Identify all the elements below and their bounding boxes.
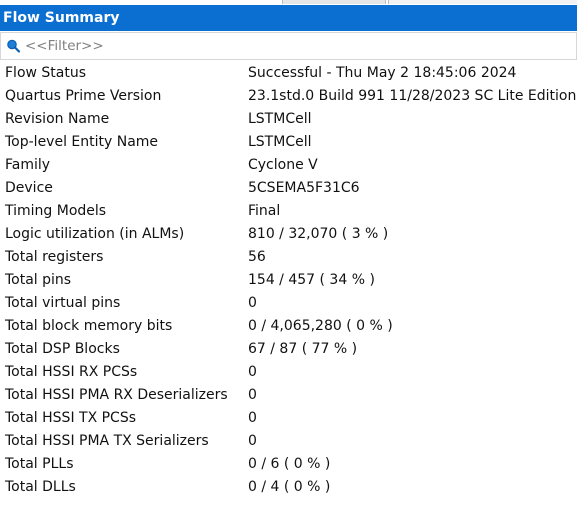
table-row[interactable]: Flow Status Successful - Thu May 2 18:45:… — [0, 62, 577, 85]
table-row[interactable]: Total DSP Blocks 67 / 87 ( 77 % ) — [0, 338, 577, 361]
row-label: Top-level Entity Name — [5, 134, 159, 150]
row-value: 0 / 4,065,280 ( 0 % ) — [248, 318, 393, 334]
row-value: 154 / 457 ( 34 % ) — [248, 272, 375, 288]
row-label: Timing Models — [5, 203, 107, 219]
row-label: Total PLLs — [5, 456, 74, 472]
row-label: Total HSSI PMA TX Serializers — [5, 433, 209, 449]
table-row[interactable]: Top-level Entity Name LSTMCell — [0, 131, 577, 154]
tab[interactable] — [282, 0, 386, 4]
tab[interactable] — [388, 0, 577, 4]
table-row[interactable]: Total HSSI TX PCSs 0 — [0, 407, 577, 430]
row-value: Successful - Thu May 2 18:45:06 2024 — [248, 65, 517, 81]
filter-bar — [0, 32, 577, 60]
row-label: Flow Status — [5, 65, 87, 81]
panel-title: Flow Summary — [0, 5, 577, 31]
table-row[interactable]: Total registers 56 — [0, 246, 577, 269]
row-label: Total DLLs — [5, 479, 76, 495]
table-row[interactable]: Revision Name LSTMCell — [0, 108, 577, 131]
table-row[interactable]: Total pins 154 / 457 ( 34 % ) — [0, 269, 577, 292]
table-row[interactable]: Timing Models Final — [0, 200, 577, 223]
row-value: 67 / 87 ( 77 % ) — [248, 341, 358, 357]
row-label: Total block memory bits — [5, 318, 173, 334]
summary-table: Flow Status Successful - Thu May 2 18:45:… — [0, 61, 577, 506]
row-label: Total virtual pins — [5, 295, 121, 311]
flow-summary-panel: Flow Summary Flow Status Successful - Thu… — [0, 0, 577, 506]
row-value: 0 — [248, 433, 257, 449]
row-value: 810 / 32,070 ( 3 % ) — [248, 226, 389, 242]
row-label: Revision Name — [5, 111, 110, 127]
table-row[interactable]: Family Cyclone V — [0, 154, 577, 177]
table-row[interactable]: Total PLLs 0 / 6 ( 0 % ) — [0, 453, 577, 476]
table-row[interactable]: Total block memory bits 0 / 4,065,280 ( 0… — [0, 315, 577, 338]
row-label: Total HSSI PMA RX Deserializers — [5, 387, 228, 403]
table-row[interactable]: Total virtual pins 0 — [0, 292, 577, 315]
row-value: Cyclone V — [248, 157, 318, 173]
row-label: Total pins — [5, 272, 72, 288]
row-label: Logic utilization (in ALMs) — [5, 226, 185, 242]
table-row[interactable]: Total HSSI PMA RX Deserializers 0 — [0, 384, 577, 407]
row-label: Total HSSI RX PCSs — [5, 364, 138, 380]
row-value: 0 — [248, 387, 257, 403]
filter-input[interactable] — [25, 35, 565, 57]
row-value: 0 / 6 ( 0 % ) — [248, 456, 331, 472]
row-label: Family — [5, 157, 51, 173]
row-label: Device — [5, 180, 53, 196]
table-row[interactable]: Total DLLs 0 / 4 ( 0 % ) — [0, 476, 577, 499]
row-value: LSTMCell — [248, 134, 312, 150]
table-row[interactable]: Logic utilization (in ALMs) 810 / 32,070 … — [0, 223, 577, 246]
row-value: 0 — [248, 410, 257, 426]
table-row[interactable]: Device 5CSEMA5F31C6 — [0, 177, 577, 200]
row-value: 0 — [248, 364, 257, 380]
row-label: Total DSP Blocks — [5, 341, 120, 357]
row-label: Total registers — [5, 249, 104, 265]
row-label: Quartus Prime Version — [5, 88, 162, 104]
row-value: Final — [248, 203, 281, 219]
row-value: 23.1std.0 Build 991 11/28/2023 SC Lite E… — [248, 88, 577, 104]
table-row[interactable]: Quartus Prime Version 23.1std.0 Build 991… — [0, 85, 577, 108]
row-value: 56 — [248, 249, 266, 265]
table-row[interactable]: Total HSSI PMA TX Serializers 0 — [0, 430, 577, 453]
search-icon[interactable] — [5, 37, 23, 55]
row-value: 5CSEMA5F31C6 — [248, 180, 360, 196]
row-value: LSTMCell — [248, 111, 312, 127]
row-value: 0 / 4 ( 0 % ) — [248, 479, 331, 495]
row-value: 0 — [248, 295, 257, 311]
table-row[interactable]: Total HSSI RX PCSs 0 — [0, 361, 577, 384]
row-label: Total HSSI TX PCSs — [5, 410, 137, 426]
